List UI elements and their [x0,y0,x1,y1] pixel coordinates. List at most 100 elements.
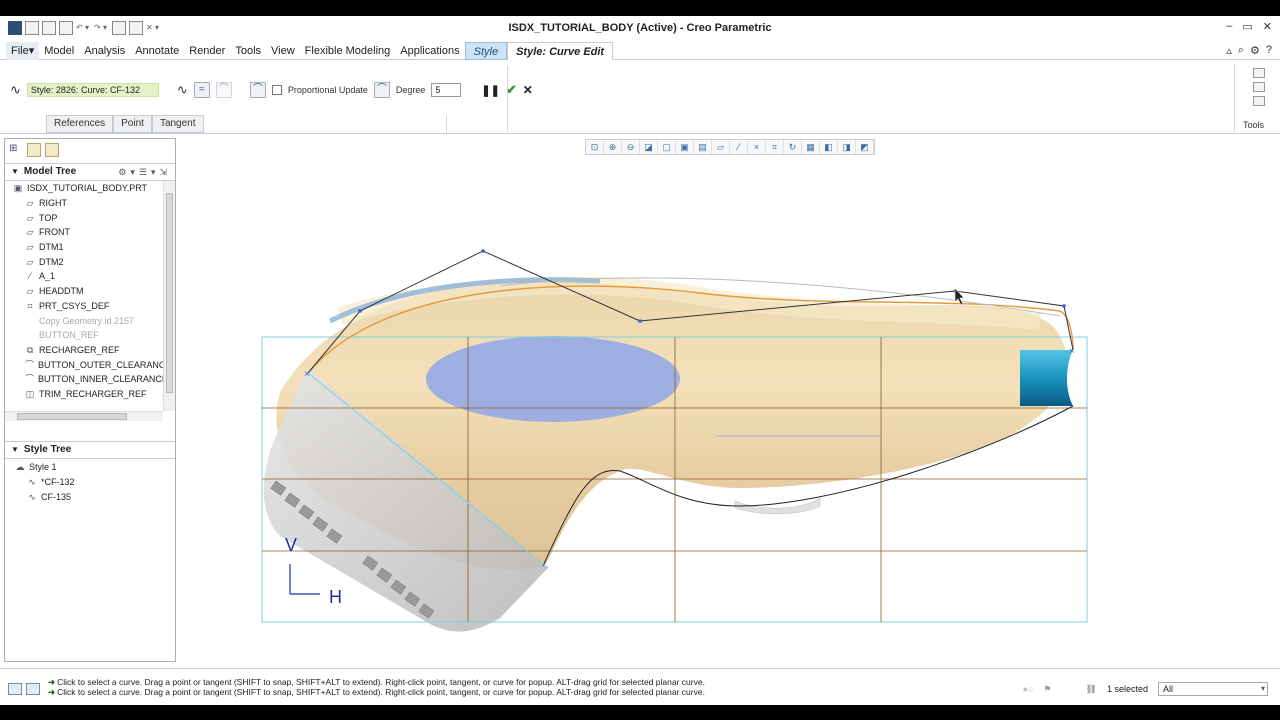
tree-item[interactable]: ▱ DTM2 [5,254,163,269]
control-point-icon[interactable]: ≈ [193,82,210,98]
model-tree: ▣ ISDX_TUTORIAL_BODY.PRT ▱ RIGHT ▱ TOP ▱ FRO… [5,181,163,409]
tab-tools[interactable]: Tools [230,42,266,60]
message-line: ➜ Click to select a curve. Drag a point o… [48,677,705,687]
tree-settings-icons[interactable]: ⚙▾☰▾⇲ [118,164,171,180]
model-tree-icon[interactable]: ⊞ [9,143,23,157]
folder-browser-icon[interactable] [27,143,41,157]
tree-item[interactable]: ⌒ BUTTON_OUTER_CLEARANCE [5,357,163,372]
selection-icon[interactable]: ⛓ [1086,684,1097,695]
flag-icon: ⚑ [1043,683,1052,694]
tab-render[interactable]: Render [184,42,230,60]
model-tree-header[interactable]: ▼ Model Tree ⚙▾☰▾⇲ [5,163,175,181]
tools-label[interactable]: Tools [1243,120,1264,130]
tab-style-curve-edit[interactable]: Style: Curve Edit [507,42,614,60]
tree-item[interactable]: ⌗ PRT_CSYS_DEF [5,299,163,314]
tab-tangent[interactable]: Tangent [151,115,204,133]
maximize-icon[interactable]: ▭ [1242,20,1252,33]
degree-stepper[interactable]: 5 [431,83,462,97]
minimize-ribbon-icon[interactable]: ▵ [1226,44,1232,57]
message-text: Click to select a curve. Drag a point or… [57,677,705,687]
degree-icon[interactable]: ⌒ [373,82,390,98]
close-icon[interactable]: ✕ [1263,20,1272,33]
selection-filter[interactable]: All ▾ [1158,682,1268,696]
tree-item-label: PRT_CSYS_DEF [39,300,110,311]
pause-icon[interactable]: ❚❚ [481,84,499,97]
curve-selector-field[interactable]: Style: 2826: Curve: CF-132 [26,83,159,97]
tab-file[interactable]: File▾ [6,42,40,60]
search-icon[interactable]: ⌕ [1238,44,1244,57]
recharger-cap[interactable] [1020,350,1073,406]
tab-style[interactable]: Style [464,42,508,60]
tab-annotate[interactable]: Annotate [130,42,184,60]
tree-item[interactable]: ▣ ISDX_TUTORIAL_BODY.PRT [5,181,163,196]
selection-filter-value: All [1163,684,1174,694]
edit-mode-icon[interactable]: ⌒ [249,82,266,98]
scrollbar-thumb[interactable] [166,193,173,393]
favorites-icon[interactable] [45,143,59,157]
tab-applications[interactable]: Applications [395,42,464,60]
tree-item[interactable]: ◫ TRIM_RECHARGER_REF [5,387,163,402]
collapse-icon[interactable]: ▼ [11,445,19,454]
proportional-update-checkbox[interactable] [271,85,282,95]
tab-file-label: File [11,45,29,57]
tree-item[interactable]: ⌒ BUTTON_INNER_CLEARANCE [5,372,163,387]
help-icon[interactable]: ? [1266,44,1272,57]
endpoint-marker[interactable]: × [1069,346,1075,357]
tree-item-label: Style 1 [29,461,57,472]
tool-icon-2[interactable] [1253,82,1265,92]
curve-analysis-icon[interactable]: ⌒ [215,82,232,98]
tab-model[interactable]: Model [39,42,79,60]
datum-plane-icon: ▱ [26,286,34,297]
part-icon: ▣ [13,183,23,194]
tree-item[interactable]: Copy Geometry id 2157 [5,313,163,328]
tree-item[interactable]: ∿ CF-135 [5,489,175,504]
model-viewport[interactable]: × × V H [180,136,1276,666]
message-arrow-icon: ➜ [48,687,56,697]
tree-item[interactable]: ▱ HEADDTM [5,284,163,299]
minimize-icon[interactable]: – [1226,20,1232,33]
tree-item[interactable]: ⁄ A_1 [5,269,163,284]
curve-type-icon[interactable]: ∿ [177,82,188,98]
settings-icon[interactable]: ⚙ [1250,44,1260,57]
tree-item-label: ISDX_TUTORIAL_BODY.PRT [27,183,148,194]
tree-item[interactable]: ▱ FRONT [5,225,163,240]
tree-item[interactable]: ⧉ RECHARGER_REF [5,343,163,358]
scrollbar-thumb[interactable] [17,413,127,420]
selected-count[interactable]: 1 selected [1107,684,1148,694]
toggle-browser-icon[interactable] [26,683,40,695]
tree-item[interactable]: ▱ DTM1 [5,240,163,255]
datum-plane-icon: ▱ [26,198,34,209]
collapse-icon[interactable]: ▼ [11,167,19,176]
datum-plane-icon: ▱ [26,242,34,253]
mouse-cursor [954,287,965,306]
datum-plane-icon: ▱ [26,212,34,223]
curve-icon: ∿ [28,491,36,502]
window-title: ISDX_TUTORIAL_BODY (Active) - Creo Param… [508,22,772,34]
tree-item[interactable]: ▱ TOP [5,210,163,225]
tab-view[interactable]: View [266,42,300,60]
tree-item[interactable]: ▱ RIGHT [5,196,163,211]
graphics-window[interactable]: ⊡ ⊕ ⊖ ◪ ▢ ▣ ▤ ▱ ⁄ × ⌗ ↻ ▦ ◧ ◨ ◩ × × V H [180,136,1276,666]
tree-item[interactable]: ☁ Style 1 [5,459,175,474]
tree-item-label: CF-135 [41,491,72,502]
tab-flexible-modeling[interactable]: Flexible Modeling [300,42,396,60]
tree-vertical-scrollbar[interactable] [163,181,175,411]
button-region[interactable] [426,336,680,422]
tab-references[interactable]: References [46,115,114,133]
model-tree-title: Model Tree [23,166,77,177]
status-bar: ➜ Click to select a curve. Drag a point o… [0,668,1280,705]
tree-horizontal-scrollbar[interactable] [5,411,163,421]
tool-icon-3[interactable] [1253,96,1265,106]
style-feature-icon: ☁ [15,461,25,472]
tree-item[interactable]: BUTTON_REF [5,328,163,343]
regen-status-icon: ●○ [1022,684,1034,694]
datum-plane-icon: ▱ [26,227,34,238]
tool-icon-1[interactable] [1253,68,1265,78]
toggle-navigator-icon[interactable] [8,683,22,695]
tab-analysis[interactable]: Analysis [79,42,130,60]
style-tree-header[interactable]: ▼ Style Tree [5,441,175,459]
cancel-x-icon[interactable]: ✕ [523,83,533,97]
tab-point[interactable]: Point [113,115,152,133]
menubar-right-icons: ▵ ⌕ ⚙ ? [1226,44,1272,57]
tree-item[interactable]: ∿ *CF-132 [5,474,175,489]
